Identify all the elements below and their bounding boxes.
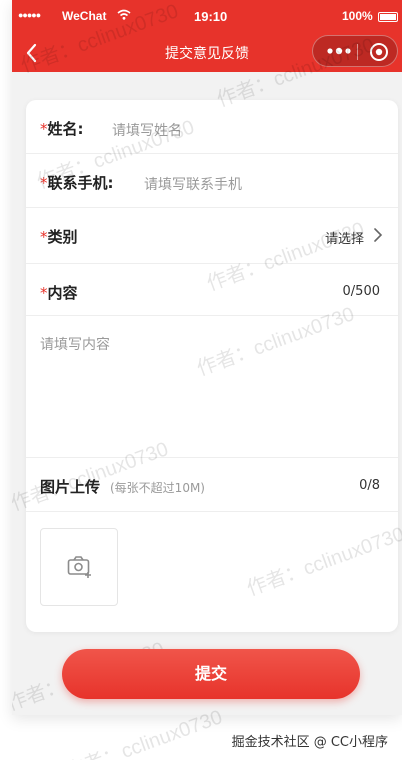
required-mark: *: [40, 284, 48, 302]
content-counter: 0/500: [342, 284, 380, 299]
required-mark: *: [40, 174, 48, 192]
nav-bar: 提交意见反馈: [12, 34, 402, 72]
name-input[interactable]: 请填写姓名: [112, 120, 182, 140]
phone-screen: ●●●●● WeChat 19:10 100% 提交意见反馈 *姓名: 请填写姓…: [12, 0, 402, 715]
footer-credit: 掘金技术社区 @ CC小程序: [231, 735, 388, 750]
required-mark: *: [40, 228, 48, 246]
more-dots-icon[interactable]: [325, 42, 353, 60]
status-time: 19:10: [194, 9, 228, 24]
status-bar: ●●●●● WeChat 19:10 100%: [12, 0, 402, 34]
capsule-divider: [357, 44, 358, 60]
content-textarea[interactable]: 请填写内容: [26, 316, 398, 458]
name-field-row[interactable]: *姓名: 请填写姓名: [26, 100, 398, 154]
required-mark: *: [40, 120, 48, 138]
name-label: 姓名:: [47, 120, 84, 138]
content-header-row: *内容 0/500: [26, 264, 398, 316]
mini-program-capsule: [312, 35, 398, 67]
image-upload-button[interactable]: [40, 528, 118, 606]
image-counter: 0/8: [359, 478, 380, 493]
phone-input[interactable]: 请填写联系手机: [144, 174, 242, 194]
image-size-hint: (每张不超过10M): [110, 481, 205, 495]
submit-button[interactable]: 提交: [62, 649, 360, 699]
category-picker-row[interactable]: *类别 请选择: [26, 208, 398, 264]
chevron-right-icon: [372, 227, 384, 247]
phone-label: 联系手机:: [47, 174, 114, 192]
close-target-icon[interactable]: [369, 42, 389, 62]
phone-field-row[interactable]: *联系手机: 请填写联系手机: [26, 154, 398, 208]
content-label: 内容: [47, 284, 78, 302]
battery-percent: 100%: [342, 9, 373, 23]
image-upload-header: 图片上传 (每张不超过10M) 0/8: [26, 458, 398, 512]
feedback-form-card: *姓名: 请填写姓名 *联系手机: 请填写联系手机 *类别 请选择 *内容 0/…: [26, 100, 398, 632]
image-upload-label: 图片上传: [40, 478, 101, 496]
content-placeholder: 请填写内容: [40, 337, 110, 353]
category-label: 类别: [47, 228, 78, 246]
battery-icon: [378, 12, 398, 22]
camera-add-icon: [67, 556, 91, 578]
category-value[interactable]: 请选择: [325, 228, 364, 247]
wifi-icon: [117, 9, 131, 23]
carrier-label: WeChat: [62, 9, 107, 23]
signal-indicator: ●●●●●: [18, 10, 41, 20]
